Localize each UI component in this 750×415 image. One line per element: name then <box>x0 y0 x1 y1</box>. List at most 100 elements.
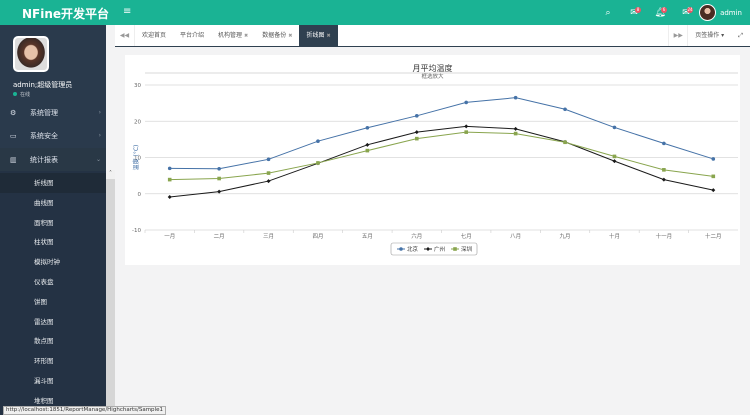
series-line <box>169 131 714 181</box>
sidebar-scrollbar[interactable]: ˄ <box>106 170 115 415</box>
data-point <box>217 176 221 181</box>
tab-item[interactable]: 欢迎首页 <box>135 25 173 46</box>
line-chart[interactable]: -100102030一月 二月 三月 四月 五月 六月 七月 八月 九月 十月 十一月 十二月温度 (… <box>125 55 740 265</box>
y-tick-label: -10 <box>132 228 141 234</box>
data-point <box>661 177 666 182</box>
search-icon[interactable]: ⌕ <box>595 8 621 18</box>
hamburger-icon[interactable]: ≡ <box>123 6 131 17</box>
data-point <box>167 177 172 182</box>
chevron-right-icon: › <box>98 109 101 116</box>
tab-item[interactable]: 机构管理 ✖ <box>211 25 255 46</box>
tab-item[interactable]: 平台介绍 <box>173 25 211 46</box>
status-label: 在线 <box>20 92 31 98</box>
data-point <box>316 161 320 165</box>
tab-label: 折线图 <box>306 32 325 39</box>
data-point <box>612 159 617 164</box>
submenu-item[interactable]: 散点图 <box>0 331 106 351</box>
nav-system-management[interactable]: ⚙ 系统管理 › <box>0 101 106 124</box>
data-point <box>316 139 320 143</box>
tab-item[interactable]: 数据备份 ✖ <box>255 25 299 46</box>
data-point <box>217 189 222 194</box>
submenu-item[interactable]: 柱状图 <box>0 232 106 252</box>
x-tick-label: 十二月 <box>705 232 722 240</box>
bar-chart-icon: ▥ <box>10 155 17 164</box>
logo: NFine开发平台 <box>22 7 110 21</box>
notification-badge: 6 <box>661 6 668 13</box>
data-point <box>365 148 370 153</box>
tab-label: 数据备份 <box>262 32 287 39</box>
x-tick-label: 八月 <box>510 233 521 240</box>
profile-name[interactable]: admin;超级管理员 <box>13 80 72 90</box>
data-point <box>662 141 666 146</box>
data-point <box>464 100 469 105</box>
data-point <box>167 166 172 171</box>
tab-item[interactable]: 折线图 ✖ <box>299 25 338 46</box>
tabs-bar: ◀◀ 欢迎首页 平台介绍 机构管理 ✖ 数据备份 ✖ 折线图 ✖ ▶▶ 页签操作 ▾ ⤢ <box>115 25 750 47</box>
avatar[interactable] <box>699 4 717 21</box>
submenu-item[interactable]: 雷达图 <box>0 312 106 332</box>
chevron-down-icon: ⌄ <box>95 156 101 163</box>
close-icon[interactable]: ✖ <box>326 33 330 39</box>
submenu-item[interactable]: 面积图 <box>0 213 106 233</box>
nav-system-security[interactable]: ▭ 系统安全 › <box>0 124 106 147</box>
desktop-icon: ▭ <box>10 131 17 140</box>
x-tick-label: 三月 <box>263 233 274 240</box>
submenu-item[interactable]: 仪表盘 <box>0 272 106 292</box>
bell-icon[interactable]: 🔔︎ 6 <box>647 6 673 18</box>
scroll-up-icon[interactable]: ˄ <box>106 170 115 179</box>
y-axis-label: 温度 (°C) <box>132 145 140 171</box>
page-ops-dropdown[interactable]: 页签操作 ▾ <box>688 25 731 46</box>
page-ops-label: 页签操作 <box>695 32 720 39</box>
data-point <box>167 195 172 200</box>
nav-label: 系统管理 <box>30 108 58 117</box>
task-badge: 24 <box>687 6 694 13</box>
data-point <box>513 95 518 100</box>
data-point <box>513 126 518 131</box>
data-point <box>612 125 617 130</box>
fullscreen-icon[interactable]: ⤢ <box>731 25 750 46</box>
user-name[interactable]: admin <box>720 9 742 17</box>
sidebar: admin;超级管理员 在线 ⚙ 系统管理 › ▭ 系统安全 › ▥ 统计报表 ⌄ 折线图曲… <box>0 25 106 415</box>
data-point <box>399 247 403 251</box>
submenu-item[interactable]: 折线图 <box>0 173 106 193</box>
submenu-item[interactable]: 曲线图 <box>0 193 106 213</box>
message-badge: 8 <box>635 6 642 13</box>
submenu-item[interactable]: 漏斗图 <box>0 371 106 391</box>
data-point <box>414 130 419 135</box>
x-tick-label: 十一月 <box>656 232 673 240</box>
data-point <box>464 124 469 129</box>
data-point <box>217 166 221 171</box>
inbox-icon[interactable]: ✉ 24 <box>673 6 699 18</box>
submenu-item[interactable]: 饼图 <box>0 292 106 312</box>
chart-panel: 月平均温度 框选放大 -10 0 10 20 30 一月 二月 三月 四月 五月 六月 七月 八月 九月十… <box>125 55 740 265</box>
data-point <box>266 171 271 175</box>
tab-label: 欢迎首页 <box>142 32 167 39</box>
x-tick-label: 二月 <box>214 233 225 240</box>
x-tick-label: 七月 <box>461 232 472 240</box>
legend-item: 北京 <box>407 245 419 253</box>
y-tick-label: 0 <box>138 192 142 198</box>
y-tick-label: 20 <box>134 119 141 125</box>
envelope-icon[interactable]: ✉ 8 <box>621 6 647 18</box>
nav-reports[interactable]: ▥ 统计报表 ⌄ <box>0 148 106 171</box>
close-icon[interactable]: ✖ <box>288 33 292 39</box>
x-tick-label: 六月 <box>411 232 422 240</box>
x-tick-label: 九月 <box>560 232 571 240</box>
submenu-item[interactable]: 环形图 <box>0 351 106 371</box>
data-point <box>464 130 469 134</box>
tab-scroll-left-icon[interactable]: ◀◀ <box>115 25 135 46</box>
nav-label: 系统安全 <box>30 131 58 140</box>
profile-avatar <box>13 36 49 72</box>
data-point <box>711 174 716 179</box>
legend-item: 深圳 <box>461 245 473 253</box>
data-point <box>612 154 617 159</box>
submenu-item[interactable]: 模拟时钟 <box>0 252 106 272</box>
data-point <box>662 168 666 172</box>
data-point <box>513 131 518 136</box>
close-icon[interactable]: ✖ <box>244 33 248 39</box>
series-line <box>169 97 714 170</box>
data-point <box>365 142 370 147</box>
cogs-icon: ⚙ <box>10 108 17 117</box>
tab-scroll-right-icon[interactable]: ▶▶ <box>668 25 689 46</box>
top-header: NFine开发平台 ≡ ⌕ ✉ 8 🔔︎ 6 ✉ 24 admin <box>0 0 750 25</box>
